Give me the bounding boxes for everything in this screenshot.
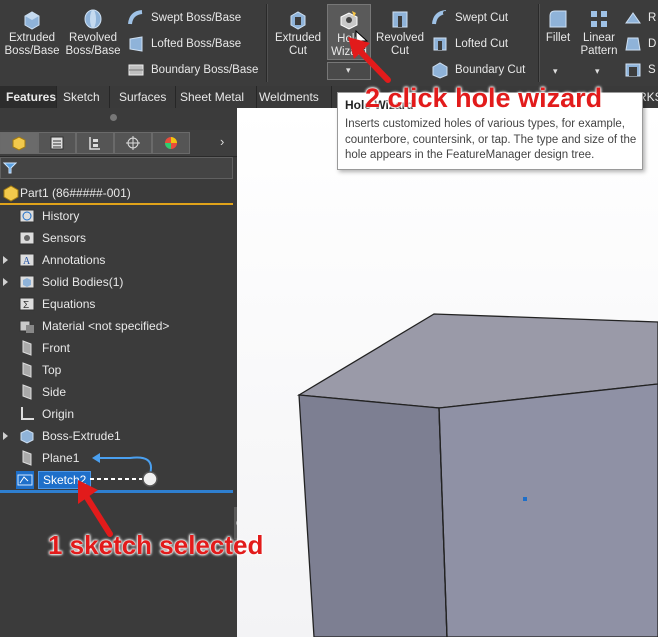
draft-icon	[625, 37, 641, 51]
fillet-dropdown-icon[interactable]: ▾	[553, 66, 558, 77]
svg-text:A: A	[23, 256, 31, 267]
plane-icon	[22, 384, 32, 400]
chevron-right-icon[interactable]: ›	[220, 134, 224, 149]
sketch-icon	[16, 471, 34, 489]
hole-wizard-icon	[340, 11, 358, 30]
shell-button[interactable]: S	[624, 60, 656, 80]
fillet-icon	[549, 10, 567, 28]
plane-icon	[22, 340, 32, 356]
splitter-handle[interactable]	[110, 114, 117, 121]
ribbon-separator	[538, 4, 540, 82]
annotations-icon: A	[19, 253, 35, 267]
configuration-manager-tab[interactable]	[76, 132, 114, 154]
property-manager-icon	[50, 136, 64, 150]
crosshair-icon	[126, 136, 140, 150]
tab-features[interactable]: Features	[0, 86, 57, 108]
tree-root-part[interactable]: Part1 (86#####-001)	[0, 182, 237, 204]
manager-tab-bar: ›	[0, 130, 237, 157]
material-icon	[19, 320, 34, 333]
tab-surfaces[interactable]: Surfaces	[113, 86, 176, 108]
extruded-cut-button[interactable]: Extruded Cut	[270, 8, 326, 58]
extruded-boss-icon	[24, 11, 40, 30]
fillet-button[interactable]: Fillet	[541, 8, 575, 45]
feature-manager-icon	[12, 136, 26, 151]
feature-manager-tab[interactable]	[0, 132, 38, 154]
lofted-boss-button[interactable]: Lofted Boss/Base	[127, 34, 241, 54]
solid-bodies-icon	[19, 275, 35, 289]
ribbon-separator	[266, 4, 268, 82]
tab-sheet-metal[interactable]: Sheet Metal	[174, 86, 257, 108]
tree-item-material[interactable]: Material <not specified>	[0, 315, 237, 337]
sketch-point[interactable]	[523, 497, 527, 501]
tree-item-boss-extrude1[interactable]: Boss-Extrude1	[0, 425, 237, 447]
lofted-cut-button[interactable]: Lofted Cut	[431, 34, 508, 54]
draft-button[interactable]: D	[624, 34, 656, 54]
plane-icon	[22, 450, 32, 466]
equations-icon: Σ	[19, 297, 35, 311]
lofted-cut-icon	[433, 37, 447, 51]
tab-sketch[interactable]: Sketch	[57, 86, 110, 108]
tree-item-side-plane[interactable]: Side	[0, 381, 237, 403]
command-manager-ribbon: Extruded Boss/Base Revolved Boss/Base Sw…	[0, 0, 658, 87]
sensors-icon	[19, 231, 35, 245]
swept-boss-icon	[128, 10, 143, 25]
property-manager-tab[interactable]	[38, 132, 76, 154]
annotation-arrow-2	[348, 37, 391, 83]
boundary-cut-icon	[432, 62, 448, 79]
boundary-cut-button[interactable]: Boundary Cut	[431, 60, 525, 80]
linear-pattern-icon	[591, 11, 607, 27]
tree-item-sensors[interactable]: Sensors	[0, 227, 237, 249]
tree-item-top-plane[interactable]: Top	[0, 359, 237, 381]
filter-icon[interactable]	[3, 161, 17, 175]
rib-button[interactable]: R	[624, 8, 656, 28]
swept-cut-button[interactable]: Swept Cut	[431, 8, 508, 28]
lofted-boss-icon	[129, 36, 143, 52]
boundary-boss-icon	[128, 64, 144, 76]
dimxpert-manager-tab[interactable]	[114, 132, 152, 154]
plane-icon	[22, 362, 32, 378]
part-model[interactable]	[237, 108, 658, 637]
annotation-step2: 2 click hole wizard	[365, 83, 603, 113]
revolved-boss-icon	[84, 9, 102, 29]
display-manager-icon	[165, 137, 177, 149]
expand-arrow-icon[interactable]	[3, 432, 8, 440]
tab-weldments[interactable]: Weldments	[253, 86, 332, 108]
extruded-boss-button[interactable]: Extruded Boss/Base	[2, 8, 62, 58]
expand-arrow-icon[interactable]	[3, 256, 8, 264]
graphics-area[interactable]	[237, 108, 658, 637]
tree-filter-bar[interactable]	[0, 157, 233, 179]
part-icon	[3, 185, 19, 202]
boundary-boss-button[interactable]: Boundary Boss/Base	[127, 60, 258, 80]
tree-item-front-plane[interactable]: Front	[0, 337, 237, 359]
tree-item-annotations[interactable]: A Annotations	[0, 249, 237, 271]
tree-item-equations[interactable]: Σ Equations	[0, 293, 237, 315]
history-icon	[19, 209, 35, 223]
tree-item-origin[interactable]: Origin	[0, 403, 237, 425]
origin-icon	[21, 407, 34, 420]
swept-cut-icon	[432, 10, 447, 25]
swept-boss-button[interactable]: Swept Boss/Base	[127, 8, 241, 28]
extrude-icon	[20, 429, 34, 444]
extruded-cut-icon	[290, 11, 306, 30]
shell-icon	[625, 63, 641, 77]
revolved-cut-icon	[392, 11, 408, 28]
display-manager-tab[interactable]	[152, 132, 190, 154]
linear-pattern-button[interactable]: Linear Pattern	[578, 8, 620, 58]
linear-pattern-dropdown-icon[interactable]: ▾	[595, 66, 600, 77]
configuration-manager-icon	[89, 137, 100, 150]
svg-text:Σ: Σ	[23, 300, 29, 311]
rib-icon	[625, 12, 641, 24]
revolved-boss-button[interactable]: Revolved Boss/Base	[63, 8, 123, 58]
annotation-step1: 1 sketch selected	[48, 530, 264, 560]
tree-item-history[interactable]: History	[0, 205, 237, 227]
expand-arrow-icon[interactable]	[3, 278, 8, 286]
tooltip-body: Inserts customized holes of various type…	[345, 118, 637, 161]
tree-item-solid-bodies[interactable]: Solid Bodies(1)	[0, 271, 237, 293]
